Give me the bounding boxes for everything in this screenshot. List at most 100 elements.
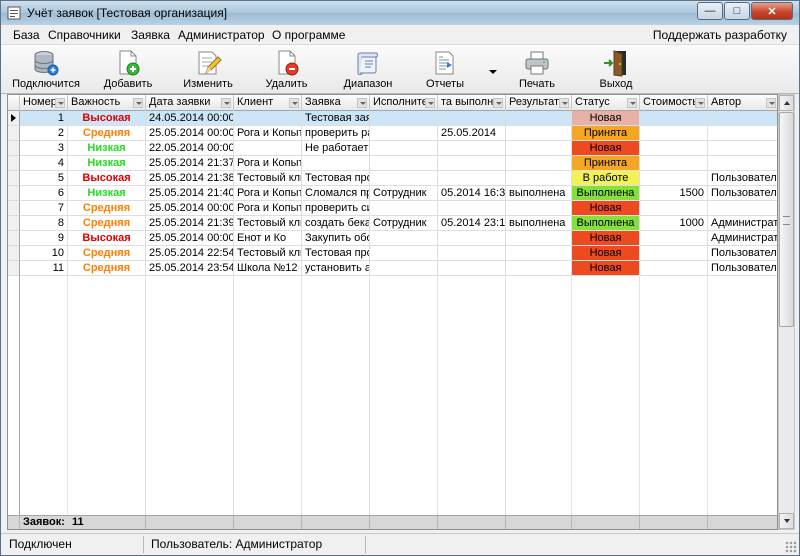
cell-author[interactable]: [708, 201, 777, 216]
resize-grip-icon[interactable]: [785, 541, 797, 553]
cell-done-date[interactable]: 25.05.2014: [438, 126, 506, 141]
cell-result[interactable]: [506, 126, 572, 141]
minimize-button[interactable]: —: [697, 2, 723, 20]
filter-dropdown-icon[interactable]: [493, 98, 503, 108]
filter-dropdown-icon[interactable]: [425, 98, 435, 108]
cell-priority[interactable]: Высокая: [68, 231, 146, 246]
cell-client[interactable]: Рога и Копыт: [234, 126, 302, 141]
cell-request[interactable]: Закупить обо: [302, 231, 370, 246]
row-indicator[interactable]: [8, 156, 20, 171]
cell-cost[interactable]: [640, 111, 708, 126]
cell-done-date[interactable]: [438, 141, 506, 156]
cell-date[interactable]: 25.05.2014 21:37: [146, 156, 234, 171]
cell-result[interactable]: [506, 141, 572, 156]
cell-cost[interactable]: [640, 126, 708, 141]
cell-done-date[interactable]: [438, 111, 506, 126]
cell-priority[interactable]: Низкая: [68, 141, 146, 156]
cell-client[interactable]: Школа №12: [234, 261, 302, 276]
cell-number[interactable]: 10: [20, 246, 68, 261]
cell-executor[interactable]: [370, 156, 438, 171]
cell-priority[interactable]: Средняя: [68, 261, 146, 276]
cell-client[interactable]: Рога и Копыт: [234, 201, 302, 216]
menu-directories[interactable]: Справочники: [48, 28, 121, 42]
cell-cost[interactable]: [640, 246, 708, 261]
cell-cost[interactable]: 1000: [640, 216, 708, 231]
header-request[interactable]: Заявка: [302, 95, 370, 111]
cell-result[interactable]: [506, 246, 572, 261]
cell-done-date[interactable]: 05.2014 23:12: [438, 216, 506, 231]
cell-priority[interactable]: Средняя: [68, 216, 146, 231]
title-bar[interactable]: Учёт заявок [Тестовая организация] — □ ✕: [1, 1, 799, 25]
row-indicator[interactable]: [8, 126, 20, 141]
cell-priority[interactable]: Средняя: [68, 201, 146, 216]
cell-number[interactable]: 2: [20, 126, 68, 141]
add-button[interactable]: Добавить: [98, 47, 158, 92]
cell-executor[interactable]: [370, 231, 438, 246]
header-done-date[interactable]: та выполне: [438, 95, 506, 111]
table-row[interactable]: 5 Высокая 25.05.2014 21:38 Тестовый кли Тест…: [8, 171, 777, 186]
cell-date[interactable]: 22.05.2014 00:00: [146, 141, 234, 156]
filter-dropdown-icon[interactable]: [627, 98, 637, 108]
cell-result[interactable]: [506, 261, 572, 276]
cell-done-date[interactable]: [438, 246, 506, 261]
cell-author[interactable]: [708, 141, 777, 156]
header-date[interactable]: Дата заявки: [146, 95, 234, 111]
cell-number[interactable]: 7: [20, 201, 68, 216]
menu-base[interactable]: База: [13, 28, 40, 42]
cell-result[interactable]: выполнена: [506, 216, 572, 231]
filter-dropdown-icon[interactable]: [221, 98, 231, 108]
cell-result[interactable]: [506, 171, 572, 186]
cell-author[interactable]: [708, 126, 777, 141]
cell-request[interactable]: проверить си: [302, 201, 370, 216]
row-indicator[interactable]: [8, 231, 20, 246]
cell-date[interactable]: 25.05.2014 00:00: [146, 126, 234, 141]
cell-result[interactable]: [506, 231, 572, 246]
cell-request[interactable]: создать бекап: [302, 216, 370, 231]
cell-done-date[interactable]: [438, 201, 506, 216]
cell-done-date[interactable]: 05.2014 16:30: [438, 186, 506, 201]
cell-author[interactable]: [708, 111, 777, 126]
header-author[interactable]: Автор: [708, 95, 777, 111]
vertical-scrollbar[interactable]: [778, 94, 795, 530]
cell-result[interactable]: [506, 201, 572, 216]
row-indicator[interactable]: [8, 216, 20, 231]
cell-cost[interactable]: 1500: [640, 186, 708, 201]
menu-admin[interactable]: Администратор: [178, 28, 265, 42]
cell-executor[interactable]: Сотрудник: [370, 216, 438, 231]
cell-result[interactable]: выполнена: [506, 186, 572, 201]
filter-dropdown-icon[interactable]: [559, 98, 569, 108]
cell-priority[interactable]: Высокая: [68, 111, 146, 126]
header-executor[interactable]: Исполнител: [370, 95, 438, 111]
cell-number[interactable]: 6: [20, 186, 68, 201]
header-priority[interactable]: Важность: [68, 95, 146, 111]
cell-status[interactable]: В работе: [572, 171, 640, 186]
scroll-thumb[interactable]: [779, 112, 794, 327]
cell-date[interactable]: 25.05.2014 00:00: [146, 231, 234, 246]
cell-client[interactable]: Рога и Копыт: [234, 156, 302, 171]
cell-number[interactable]: 4: [20, 156, 68, 171]
menu-request[interactable]: Заявка: [131, 28, 170, 42]
cell-request[interactable]: проверить ра: [302, 126, 370, 141]
cell-status[interactable]: Выполнена: [572, 216, 640, 231]
requests-grid[interactable]: Номер Важность Дата заявки Клиент Заявка…: [7, 94, 778, 530]
cell-executor[interactable]: [370, 141, 438, 156]
cell-status[interactable]: Новая: [572, 261, 640, 276]
cell-done-date[interactable]: [438, 171, 506, 186]
exit-button[interactable]: Выход: [591, 47, 641, 92]
cell-executor[interactable]: Сотрудник: [370, 186, 438, 201]
cell-executor[interactable]: [370, 126, 438, 141]
filter-dropdown-icon[interactable]: [695, 98, 705, 108]
cell-client[interactable]: Тестовый кли: [234, 216, 302, 231]
cell-done-date[interactable]: [438, 261, 506, 276]
row-indicator[interactable]: [8, 261, 20, 276]
cell-request[interactable]: [302, 156, 370, 171]
cell-date[interactable]: 25.05.2014 22:54: [146, 246, 234, 261]
row-indicator[interactable]: [8, 246, 20, 261]
cell-result[interactable]: [506, 111, 572, 126]
cell-executor[interactable]: [370, 246, 438, 261]
cell-status[interactable]: Новая: [572, 111, 640, 126]
cell-executor[interactable]: [370, 171, 438, 186]
scroll-down-button[interactable]: [779, 513, 794, 529]
menu-about[interactable]: О программе: [272, 28, 345, 42]
cell-result[interactable]: [506, 156, 572, 171]
